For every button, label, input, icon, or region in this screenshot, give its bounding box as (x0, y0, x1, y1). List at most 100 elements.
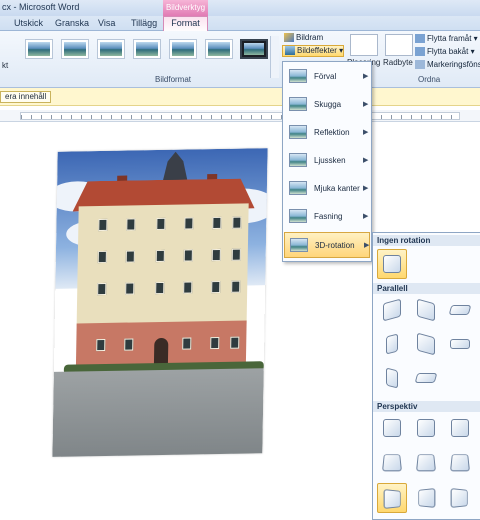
castle-window (97, 282, 107, 296)
reflection-icon (289, 125, 307, 139)
rotation-perspective-tile[interactable] (413, 415, 439, 441)
wrap-text-label: Radbyte (383, 58, 413, 67)
castle-window (212, 216, 222, 230)
rotation-perspective-tile[interactable] (447, 415, 473, 441)
position-button[interactable] (350, 34, 378, 56)
ruler-tick (231, 115, 232, 119)
picture-style-thumb-selected[interactable] (240, 39, 268, 59)
ruler-tick (31, 115, 32, 119)
picture-effects-button[interactable]: Bildeffekter ▾ (282, 45, 344, 57)
rotation-perspective-tile[interactable] (447, 485, 473, 511)
menu-item-fasning[interactable]: Fasning ▶ (284, 204, 370, 230)
submenu-arrow-icon: ▶ (363, 185, 369, 192)
ruler-tick (241, 115, 242, 119)
castle-window (96, 338, 106, 352)
rotation-none-tile[interactable] (377, 249, 407, 279)
rotation-parallel-tile[interactable] (379, 297, 405, 323)
submenu-arrow-icon: ▶ (363, 157, 369, 164)
ruler-tick (191, 115, 192, 119)
ruler-tick (201, 115, 202, 119)
submenu-arrow-icon: ▶ (363, 213, 369, 220)
rotation-perspective-tile[interactable] (413, 449, 439, 475)
castle-door (153, 337, 169, 367)
horizontal-ruler[interactable] (0, 110, 480, 122)
menu-item-forval[interactable]: Förval ▶ (284, 64, 370, 90)
submenu-arrow-icon: ▶ (364, 242, 370, 249)
tab-granska[interactable]: Granska (55, 17, 89, 31)
menu-item-ljussken[interactable]: Ljussken ▶ (284, 148, 370, 174)
castle-window (125, 250, 135, 263)
picture-style-thumb[interactable] (61, 39, 89, 59)
picture-effects-menu: Förval ▶ Skugga ▶ Reflektion ▶ Ljussken … (282, 61, 372, 262)
enable-content-button[interactable]: era innehåll (0, 91, 52, 103)
ruler-tick (131, 115, 132, 119)
ruler-tick (151, 115, 152, 119)
selection-pane-button[interactable]: Markeringsfönst (415, 60, 480, 70)
castle-window (124, 338, 134, 351)
gallery-scrollbar[interactable] (270, 36, 279, 78)
rotation-perspective-tile[interactable] (413, 485, 439, 511)
castle-window (97, 250, 107, 264)
ruler-tick (381, 115, 382, 119)
group-label-bildformat: Bildformat (155, 75, 192, 84)
castle-window (230, 336, 240, 349)
ruler-tick (211, 115, 212, 119)
contextual-tab-group-label: Bildverktyg (163, 0, 208, 16)
castle-window (126, 218, 136, 231)
rotation-perspective-tile[interactable] (447, 449, 473, 475)
ruler-tick (111, 115, 112, 119)
ruler-tick (91, 115, 92, 119)
castle-window (184, 217, 194, 230)
rotation-parallel-tile[interactable] (413, 365, 439, 391)
ruler-tick (401, 115, 402, 119)
castle-window (155, 281, 165, 295)
castle-window (98, 218, 108, 232)
ruler-tick (161, 115, 162, 119)
menu-item-3d-rotation[interactable]: 3D-rotation ▶ (284, 232, 370, 258)
rotation-perspective-tile[interactable] (379, 415, 405, 441)
pencil-icon (284, 33, 294, 43)
tab-utskick[interactable]: Utskick (14, 17, 43, 31)
picture-style-thumb[interactable] (169, 39, 197, 59)
preset-icon (289, 69, 307, 83)
rotation-parallel-tile[interactable] (447, 331, 473, 357)
ribbon: kt Bildformat Bildram Bildeffekter ▾ Pla… (0, 31, 480, 88)
menu-item-mjuka-kanter[interactable]: Mjuka kanter ▶ (284, 176, 370, 202)
ruler-tick (451, 115, 452, 119)
picture-border-button[interactable]: Bildram (284, 33, 323, 43)
ruler-tick (51, 115, 52, 119)
ruler-tick (441, 115, 442, 119)
section-perspective: Perspektiv (373, 401, 480, 412)
rotation-parallel-tile[interactable] (447, 297, 473, 323)
bevel-icon (289, 209, 307, 223)
ruler-tick (171, 115, 172, 119)
tab-tillagg[interactable]: Tillägg (131, 17, 157, 31)
picture-style-thumb[interactable] (25, 39, 53, 59)
castle-window (183, 249, 193, 262)
ruler-tick (261, 115, 262, 119)
picture-style-thumb[interactable] (97, 39, 125, 59)
rotation-perspective-tile-hover[interactable] (377, 483, 407, 513)
send-backward-button[interactable]: Flytta bakåt ▾ (415, 47, 475, 57)
tab-format[interactable]: Format (163, 16, 208, 32)
menu-item-skugga[interactable]: Skugga ▶ (284, 92, 370, 118)
picture-style-thumb[interactable] (205, 39, 233, 59)
castle-window (211, 280, 221, 294)
rotation-parallel-tile[interactable] (379, 331, 405, 357)
castle-window (155, 249, 165, 263)
ruler-tick (71, 115, 72, 119)
gravel-yard (52, 368, 264, 457)
ruler-tick (251, 115, 252, 119)
rotation-parallel-tile[interactable] (413, 297, 439, 323)
castle-window (211, 248, 221, 262)
castle-photo[interactable] (52, 148, 268, 457)
rotation-parallel-tile[interactable] (379, 365, 405, 391)
tab-visa[interactable]: Visa (98, 17, 115, 31)
bring-forward-button[interactable]: Flytta framåt ▾ (415, 34, 478, 44)
bring-forward-icon (415, 34, 425, 44)
wrap-text-button[interactable] (385, 34, 413, 56)
menu-item-reflektion[interactable]: Reflektion ▶ (284, 120, 370, 146)
rotation-perspective-tile[interactable] (379, 449, 405, 475)
rotation-parallel-tile[interactable] (413, 331, 439, 357)
picture-style-thumb[interactable] (133, 39, 161, 59)
